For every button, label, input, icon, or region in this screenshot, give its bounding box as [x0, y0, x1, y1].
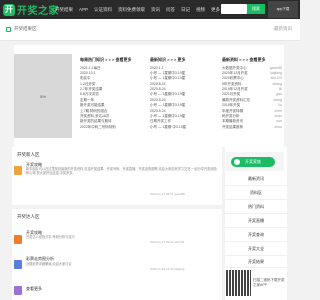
sidebar-item[interactable]: 开奖直播 [225, 214, 287, 228]
nav-item[interactable]: 视频 [193, 7, 208, 13]
home-icon [6, 27, 11, 32]
card-meta: 2020-11-27 09:22 abc123 [150, 240, 185, 244]
nav-item[interactable]: 日记 [178, 7, 193, 13]
sidebar-item[interactable]: 热门资料 [225, 200, 287, 214]
search-button[interactable]: 搜索 [247, 4, 265, 14]
card-meta: 2020-11-27 08:17 gavin88 [150, 192, 185, 196]
card-description: 近期走势详细解读,欢迎大家讨论 [26, 262, 72, 266]
card-description: 新手朋友可以在这里找到最新的开奖资料,包括开奖结果、开奖号码、开奖直播、开奖走势… [26, 167, 217, 176]
list-item[interactable]: 小号 — 1星期 中3.19星 [150, 125, 210, 130]
search-input[interactable] [221, 4, 247, 14]
hot-knowledge-list: 每周热门知识 > > > 查看更多 2021.1.1每日 2020.10.1 彩… [80, 57, 140, 130]
image-slider[interactable]: 5% [14, 54, 72, 138]
main-nav: 开奖结果 APP 认证资料 资料免费领取 资讯 问答 日记 视频 更多 资料1 … [52, 0, 247, 19]
latest-resource-list: 最新资料 > > > 查看更多 大数据开奖中心 gavin88 2020年12月开… [222, 57, 282, 130]
qr-code-icon [226, 270, 251, 296]
user-icon [234, 159, 240, 165]
sidebar-item[interactable]: 开奖大全 [225, 242, 287, 256]
sidebar-item[interactable]: 开奖查询 [225, 228, 287, 242]
list-title[interactable]: 每周热门知识 > > > 查看更多 [80, 57, 140, 63]
latest-knowledge-list: 最新知识 > > > 更多 2020.1.1 小号 — 1星期中3.19星 小号… [150, 57, 210, 130]
section-title: 开奖新人区 [17, 152, 40, 157]
item-title: 开奖结果推荐 [222, 124, 243, 129]
qr-label: 扫描二维码下载开奖之家APP [253, 278, 285, 287]
document-icon [14, 286, 22, 295]
card-meta: 2020-11-26 16:40 kaijiang [150, 267, 185, 271]
site-logo[interactable]: 开 开奖之家 [3, 1, 59, 18]
nav-item[interactable]: 开奖结果 [52, 7, 76, 13]
section-title: 开奖达人区 [17, 214, 40, 219]
list-title[interactable]: 最新知识 > > > 更多 [150, 57, 210, 63]
nav-item[interactable]: APP [76, 7, 91, 12]
app-download-banner[interactable]: app下载 [268, 1, 298, 18]
nav-item[interactable]: 资讯 [148, 7, 163, 13]
list-title[interactable]: 最新资料 > > > 查看更多 [222, 57, 282, 63]
document-icon [14, 166, 22, 175]
list-item[interactable]: 2022年中码二号码特别 [80, 125, 140, 130]
card-description: 开奖达人经验分享,号码分析与技巧 [26, 235, 75, 239]
breadcrumb[interactable]: 开奖结果区 [14, 26, 37, 32]
sidebar-item[interactable]: 最新资讯 [225, 172, 287, 186]
card-title[interactable]: 查看更多 [26, 286, 42, 292]
breadcrumb-right-link[interactable]: 最新资讯 [274, 26, 292, 32]
document-icon [14, 260, 22, 269]
nav-item[interactable]: 认证资料 [91, 7, 115, 13]
sidebar-item[interactable]: 资料区 [225, 186, 287, 200]
logo-icon: 开 [3, 3, 15, 16]
nav-item[interactable]: 资料免费领取 [115, 7, 148, 13]
item-author: zhou [274, 124, 282, 129]
expert-section: 开奖达人区 [12, 209, 222, 300]
document-icon [14, 235, 22, 244]
list-item[interactable]: 开奖结果推荐 zhou [222, 125, 282, 130]
sidebar-item[interactable]: 开奖结果 [225, 256, 287, 268]
breadcrumb-bar [0, 19, 300, 41]
nav-item[interactable]: 问答 [163, 7, 178, 13]
